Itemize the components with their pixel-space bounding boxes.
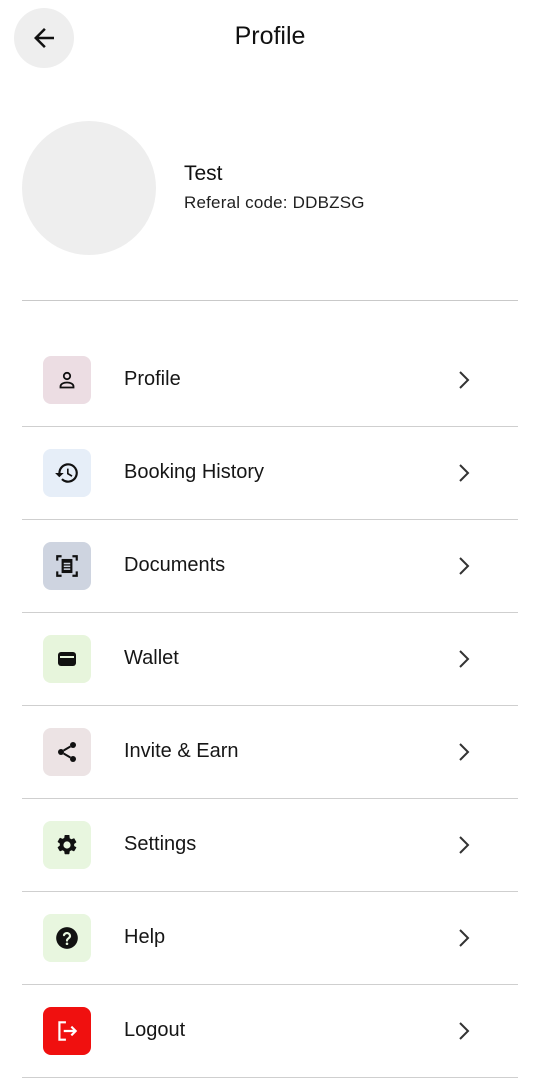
referral-code: Referal code: DDBZSG: [184, 193, 365, 212]
icon-box: [43, 1007, 91, 1055]
chevron-right-icon: [454, 927, 474, 949]
menu-item-booking-history[interactable]: Booking History: [22, 427, 518, 520]
help-circle-icon: [56, 927, 78, 949]
menu-item-label: Wallet: [124, 647, 179, 669]
chevron-right-icon: [454, 648, 474, 670]
header: Profile: [0, 0, 540, 76]
chevron-right-icon: [454, 741, 474, 763]
gear-icon: [57, 834, 77, 855]
chevron-right-icon: [454, 1020, 474, 1042]
history-icon: [55, 463, 78, 483]
menu-item-wallet[interactable]: Wallet: [22, 613, 518, 706]
menu-item-logout[interactable]: Logout: [22, 985, 518, 1078]
icon-box: [43, 356, 91, 404]
icon-box: [43, 728, 91, 776]
chevron-right-icon: [454, 834, 474, 856]
logout-icon: [58, 1021, 78, 1041]
chevron-right-icon: [454, 462, 474, 484]
icon-box: [43, 449, 91, 497]
page-title: Profile: [234, 22, 306, 50]
menu-item-profile[interactable]: Profile: [22, 334, 518, 427]
chevron-right-icon: [454, 369, 474, 391]
menu-item-label: Documents: [124, 554, 226, 576]
menu-item-documents[interactable]: Documents: [22, 520, 518, 613]
wallet-icon: [58, 652, 76, 666]
menu-item-label: Profile: [124, 368, 181, 390]
divider: [22, 300, 518, 301]
icon-box: [43, 635, 91, 683]
avatar[interactable]: [22, 121, 156, 255]
icon-box: [43, 914, 91, 962]
share-icon: [58, 742, 76, 762]
menu-item-label: Logout: [124, 1019, 186, 1041]
icon-box: [43, 542, 91, 590]
menu-item-label: Booking History: [124, 461, 265, 483]
user-name: Test: [184, 162, 223, 185]
profile-card: Test Referal code: DDBZSG: [0, 100, 540, 280]
chevron-right-icon: [454, 555, 474, 577]
icon-box: [43, 821, 91, 869]
menu-item-invite-earn[interactable]: Invite & Earn: [22, 706, 518, 799]
person-icon: [59, 371, 75, 389]
document-scan-icon: [56, 555, 78, 577]
menu-item-help[interactable]: Help: [22, 892, 518, 985]
menu-item-label: Help: [124, 926, 166, 948]
menu-item-label: Invite & Earn: [124, 740, 239, 762]
menu-list: Profile Booking History Documents Wallet…: [22, 334, 518, 1078]
menu-item-label: Settings: [124, 833, 197, 855]
menu-item-settings[interactable]: Settings: [22, 799, 518, 892]
